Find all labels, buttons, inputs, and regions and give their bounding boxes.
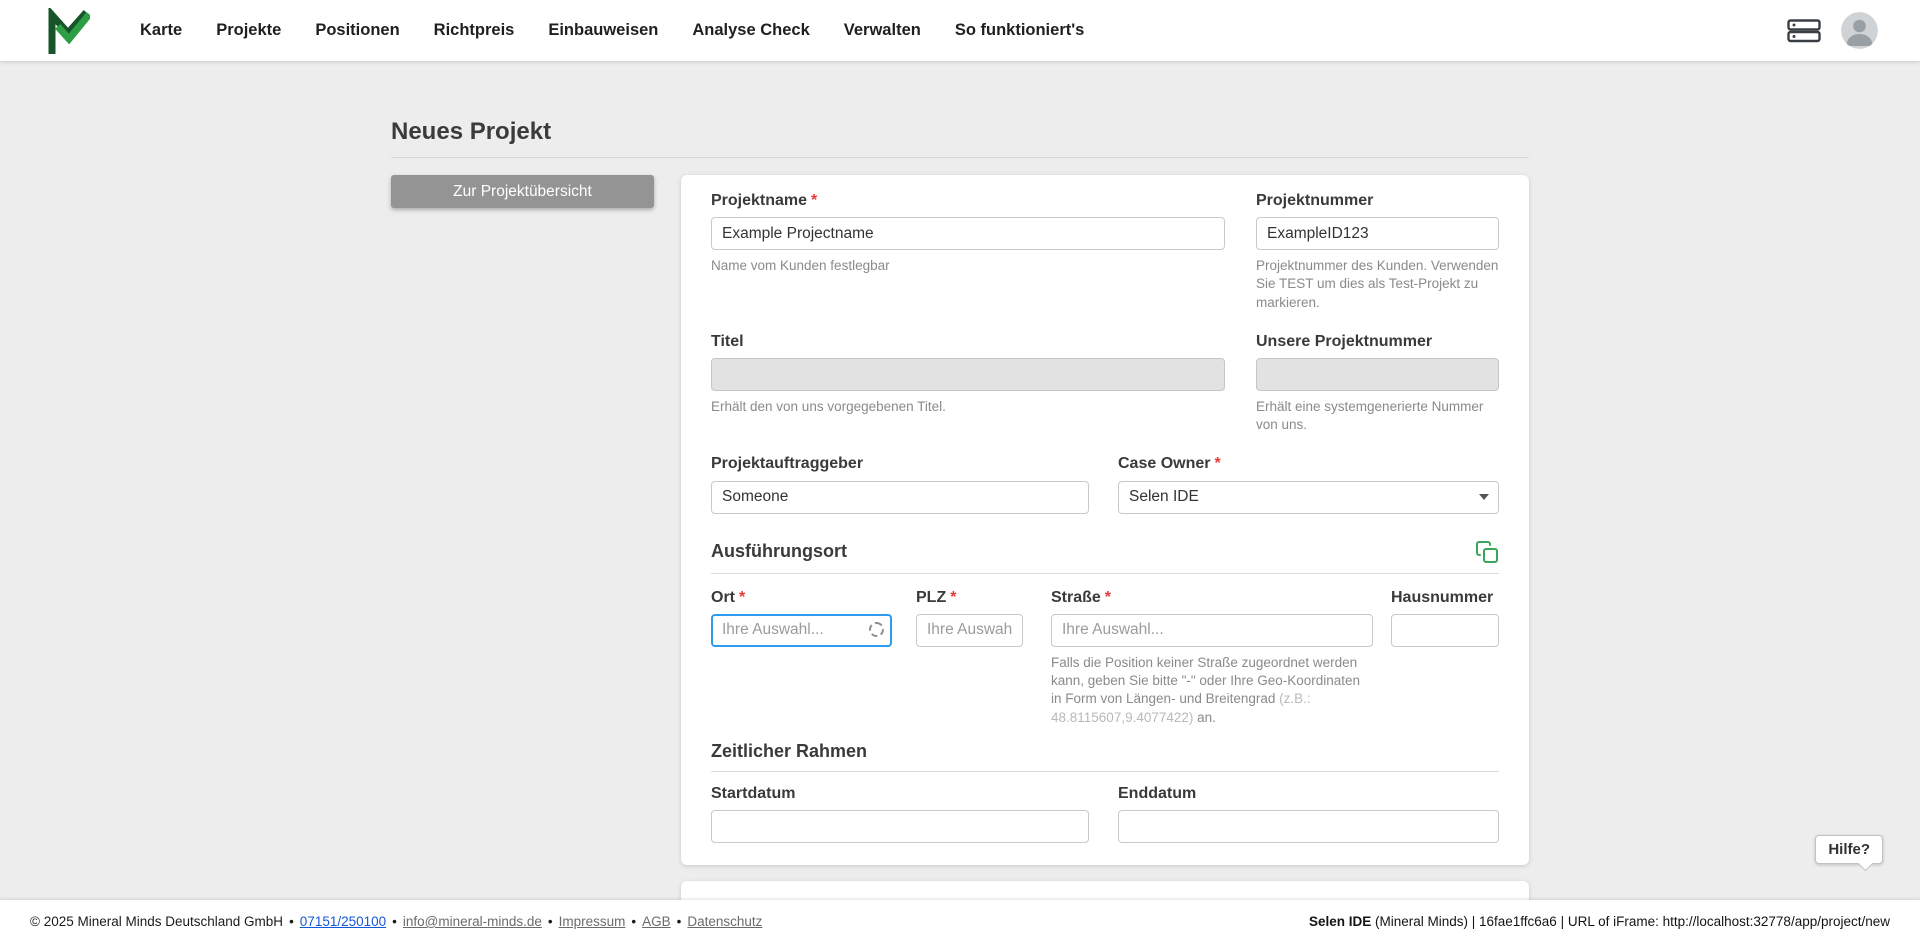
projektauftraggeber-input[interactable] xyxy=(711,481,1089,514)
projektnummer-helper: Projektnummer des Kunden. Verwenden Sie … xyxy=(1256,257,1499,312)
copy-icon[interactable] xyxy=(1475,540,1499,564)
footer-session-user: Selen IDE xyxy=(1309,914,1371,929)
enddatum-input[interactable] xyxy=(1118,810,1499,843)
plz-label: PLZ* xyxy=(916,588,1023,607)
enddatum-label: Enddatum xyxy=(1118,784,1499,803)
nav-item-karte[interactable]: Karte xyxy=(140,21,182,40)
unsere-projektnummer-input xyxy=(1256,358,1499,391)
footer-datenschutz-link[interactable]: Datenschutz xyxy=(687,914,762,929)
case-owner-selected-value: Selen IDE xyxy=(1129,488,1199,506)
nav-item-positionen[interactable]: Positionen xyxy=(315,21,399,40)
footer-separator: • xyxy=(631,914,636,929)
projektnummer-label: Projektnummer xyxy=(1256,191,1499,210)
server-icon[interactable] xyxy=(1787,19,1821,43)
user-avatar-icon[interactable] xyxy=(1841,12,1878,49)
case-owner-label-text: Case Owner xyxy=(1118,455,1210,472)
nav-item-analyse-check[interactable]: Analyse Check xyxy=(692,21,809,40)
titel-label: Titel xyxy=(711,332,1225,351)
plz-label-text: PLZ xyxy=(916,589,946,606)
footer-agb-link[interactable]: AGB xyxy=(642,914,671,929)
footer-email-link[interactable]: info@mineral-minds.de xyxy=(403,914,542,929)
back-to-project-overview-button[interactable]: Zur Projektübersicht xyxy=(391,175,654,208)
strasse-helper: Falls die Position keiner Straße zugeord… xyxy=(1051,654,1373,727)
main-content: Neues Projekt Zur Projektübersicht Proje… xyxy=(391,61,1529,931)
strasse-helper-main: Falls die Position keiner Straße zugeord… xyxy=(1051,655,1360,706)
titel-helper: Erhält den von uns vorgegebenen Titel. xyxy=(711,398,1225,416)
section-title-ausfuehrungsort: Ausführungsort xyxy=(711,541,847,562)
help-button[interactable]: Hilfe? xyxy=(1815,835,1883,864)
nav-item-einbauweisen[interactable]: Einbauweisen xyxy=(548,21,658,40)
projektnummer-input[interactable] xyxy=(1256,217,1499,250)
footer-copyright: © 2025 Mineral Minds Deutschland GmbH xyxy=(30,914,283,929)
footer-separator: • xyxy=(289,914,294,929)
required-asterisk: * xyxy=(950,589,956,606)
strasse-label-text: Straße xyxy=(1051,589,1101,606)
section-title-zeitlicher-rahmen: Zeitlicher Rahmen xyxy=(711,741,867,762)
ort-label: Ort* xyxy=(711,588,892,607)
form-row-dates: Startdatum Enddatum xyxy=(711,784,1499,843)
footer-phone-link[interactable]: 07151/250100 xyxy=(300,914,386,929)
unsere-projektnummer-helper: Erhält eine systemgenerierte Nummer von … xyxy=(1256,398,1499,434)
required-asterisk: * xyxy=(1214,455,1220,472)
new-project-form-card: Projektname* Name vom Kunden festlegbar … xyxy=(681,175,1529,865)
projektname-label-text: Projektname xyxy=(711,192,807,209)
plz-input[interactable] xyxy=(916,614,1023,647)
top-navbar: Karte Projekte Positionen Richtpreis Ein… xyxy=(0,0,1920,61)
mineral-minds-logo-icon xyxy=(46,8,90,54)
form-row-titles: Titel Erhält den von uns vorgegebenen Ti… xyxy=(711,332,1499,435)
hausnummer-label: Hausnummer xyxy=(1391,588,1499,607)
form-row-location: Ort* PLZ* Straße* xyxy=(711,588,1499,727)
section-ausfuehrungsort: Ausführungsort xyxy=(711,540,1499,574)
page-title: Neues Projekt xyxy=(391,118,1529,146)
projektauftraggeber-label: Projektauftraggeber xyxy=(711,454,1089,473)
nav-item-so-funktionierts[interactable]: So funktioniert's xyxy=(955,21,1085,40)
footer-impressum-link[interactable]: Impressum xyxy=(559,914,626,929)
nav-item-verwalten[interactable]: Verwalten xyxy=(844,21,921,40)
brand-logo[interactable] xyxy=(46,8,90,54)
nav-item-richtpreis[interactable]: Richtpreis xyxy=(434,21,515,40)
ort-label-text: Ort xyxy=(711,589,735,606)
form-row-owner: Projektauftraggeber Case Owner* Selen ID… xyxy=(711,454,1499,513)
projektname-input[interactable] xyxy=(711,217,1225,250)
required-asterisk: * xyxy=(1105,589,1111,606)
strasse-helper-suffix: an. xyxy=(1193,710,1216,725)
strasse-input[interactable] xyxy=(1051,614,1373,647)
form-row-names: Projektname* Name vom Kunden festlegbar … xyxy=(711,191,1499,312)
footer-separator: • xyxy=(392,914,397,929)
projektname-label: Projektname* xyxy=(711,191,1225,210)
navbar-right xyxy=(1787,12,1878,49)
main-nav: Karte Projekte Positionen Richtpreis Ein… xyxy=(140,21,1084,40)
chevron-down-icon xyxy=(1479,494,1489,500)
strasse-label: Straße* xyxy=(1051,588,1373,607)
required-asterisk: * xyxy=(739,589,745,606)
unsere-projektnummer-label: Unsere Projektnummer xyxy=(1256,332,1499,351)
footer-left: © 2025 Mineral Minds Deutschland GmbH • … xyxy=(30,914,762,929)
nav-item-projekte[interactable]: Projekte xyxy=(216,21,281,40)
required-asterisk: * xyxy=(811,192,817,209)
section-zeitlicher-rahmen: Zeitlicher Rahmen xyxy=(711,741,1499,772)
titel-input xyxy=(711,358,1225,391)
footer: © 2025 Mineral Minds Deutschland GmbH • … xyxy=(0,900,1920,943)
ort-input[interactable] xyxy=(711,614,892,647)
projektname-helper: Name vom Kunden festlegbar xyxy=(711,257,1225,275)
footer-session-details: (Mineral Minds) | 16fae1ffc6a6 | URL of … xyxy=(1371,914,1890,929)
hausnummer-input[interactable] xyxy=(1391,614,1499,647)
case-owner-select[interactable]: Selen IDE xyxy=(1118,481,1499,514)
footer-separator: • xyxy=(548,914,553,929)
left-column: Zur Projektübersicht xyxy=(391,175,681,208)
startdatum-label: Startdatum xyxy=(711,784,1089,803)
startdatum-input[interactable] xyxy=(711,810,1089,843)
footer-session-info: Selen IDE (Mineral Minds) | 16fae1ffc6a6… xyxy=(1309,914,1890,929)
case-owner-label: Case Owner* xyxy=(1118,454,1499,473)
title-divider xyxy=(391,157,1529,158)
footer-separator: • xyxy=(677,914,682,929)
